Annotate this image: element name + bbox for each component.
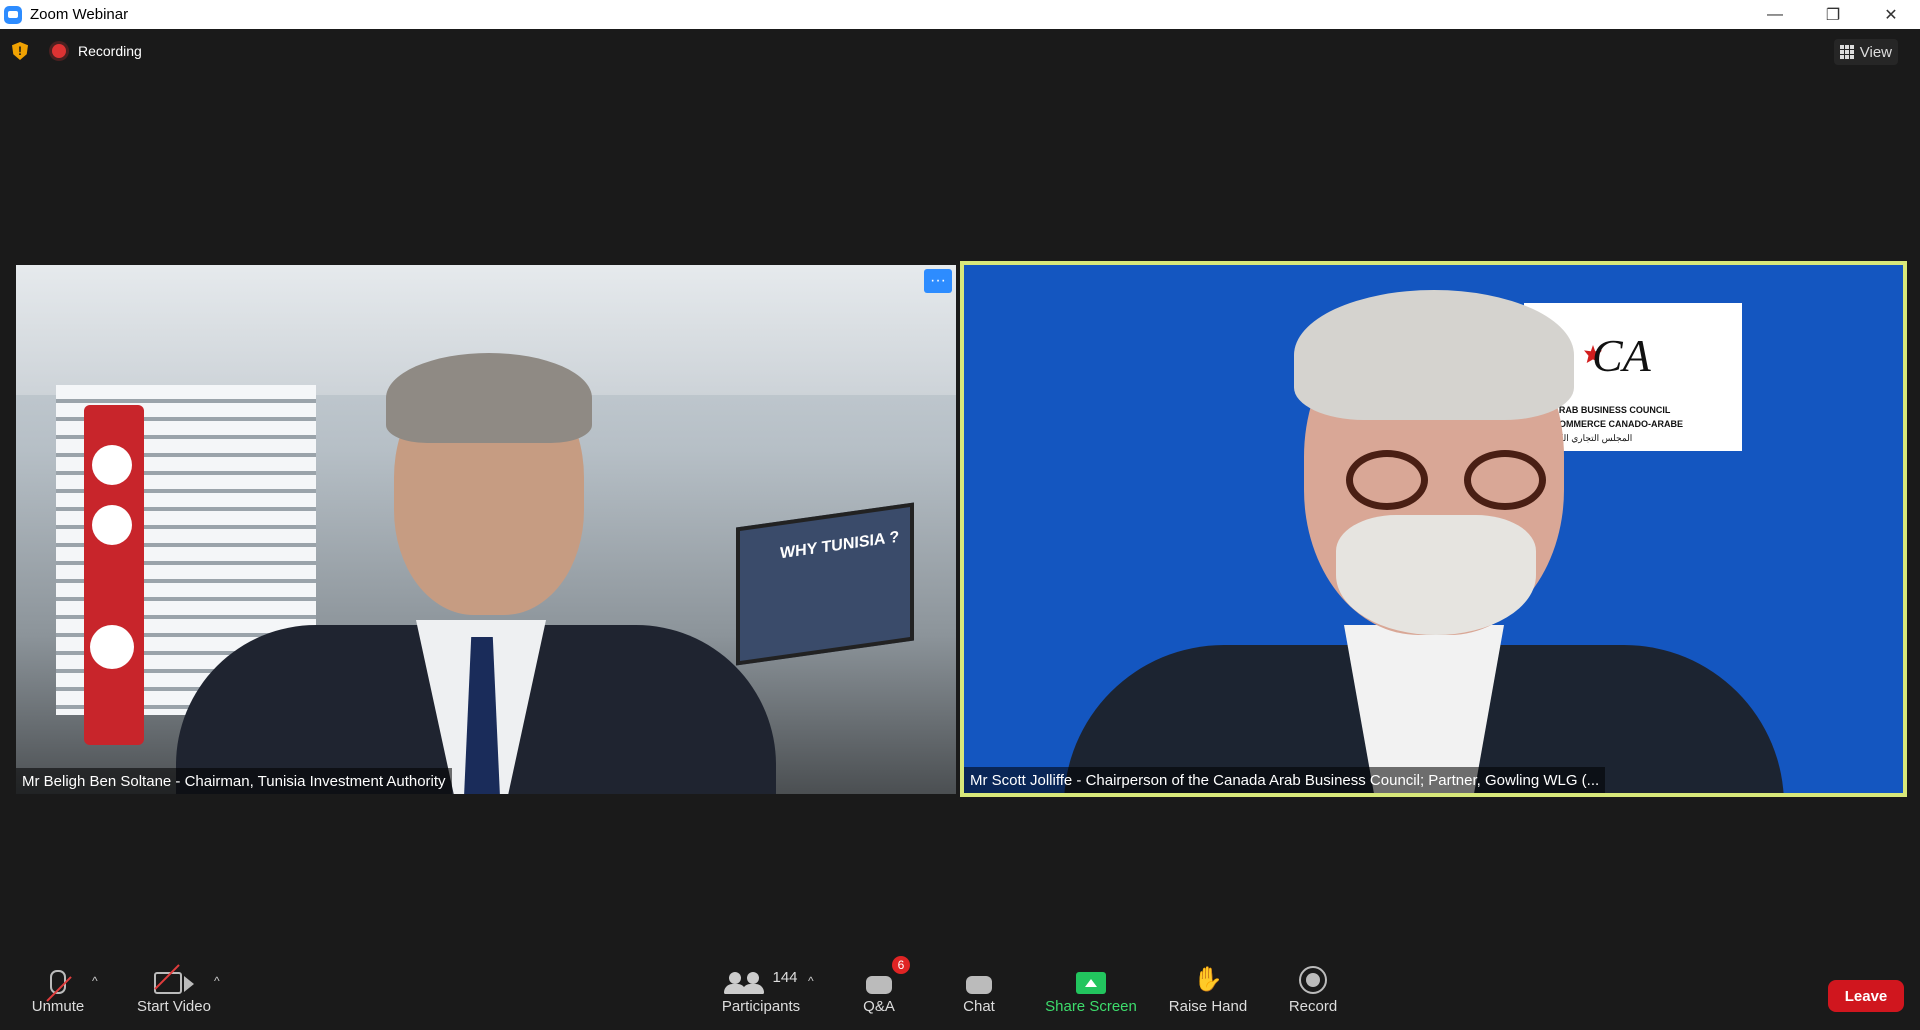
logo-line-2: E COMMERCE CANADO-ARABE <box>1544 419 1683 429</box>
grid-icon <box>1839 45 1854 59</box>
chat-label: Chat <box>963 998 995 1015</box>
window-title: Zoom Webinar <box>30 6 129 23</box>
participants-icon <box>724 972 765 994</box>
meeting-toolbar: Unmute ^ Start Video ^ 144 Participants … <box>0 956 1920 1030</box>
tunisia-flag <box>84 405 144 745</box>
logo-mark: CA <box>1592 330 1651 381</box>
participant-beard <box>1336 515 1536 635</box>
wall-tv: WHY TUNISIA ? <box>736 502 914 666</box>
unmute-button[interactable]: Unmute <box>28 960 88 1015</box>
participant-name-left: Mr Beligh Ben Soltane - Chairman, Tunisi… <box>16 768 452 794</box>
qa-icon <box>866 976 892 994</box>
raise-hand-button[interactable]: ✋ Raise Hand <box>1166 960 1250 1015</box>
view-button[interactable]: View <box>1833 39 1898 65</box>
qa-label: Q&A <box>863 998 895 1015</box>
audio-options-caret[interactable]: ^ <box>92 974 98 988</box>
recording-indicator-icon <box>52 44 66 58</box>
share-screen-button[interactable]: Share Screen <box>1044 960 1138 1015</box>
qa-badge: 6 <box>892 956 910 974</box>
participants-label: Participants <box>721 998 801 1015</box>
view-label: View <box>1859 43 1892 61</box>
raise-hand-label: Raise Hand <box>1168 998 1248 1015</box>
restore-button[interactable]: ❐ <box>1804 0 1862 29</box>
record-label: Record <box>1288 998 1338 1015</box>
participants-button[interactable]: 144 Participants <box>706 960 816 1015</box>
video-options-caret[interactable]: ^ <box>214 974 220 988</box>
meeting-status: ! Recording <box>12 42 142 60</box>
participant-name-right: Mr Scott Jolliffe - Chairperson of the C… <box>964 767 1606 793</box>
participant-hair <box>1294 290 1574 420</box>
participants-options-caret[interactable]: ^ <box>808 974 814 988</box>
recording-label: Recording <box>78 43 142 59</box>
participants-count: 144 <box>772 969 798 986</box>
microphone-muted-icon <box>46 970 72 1002</box>
zoom-app-icon <box>4 5 22 24</box>
minimize-button[interactable]: — <box>1746 0 1804 29</box>
unmute-label: Unmute <box>31 998 85 1015</box>
participant-glasses <box>1346 450 1546 510</box>
participant-hair <box>386 353 592 443</box>
logo-line-1: A ARAB BUSINESS COUNCIL <box>1544 405 1671 415</box>
window-controls: — ❐ ✕ <box>1746 0 1920 29</box>
share-screen-label: Share Screen <box>1045 998 1137 1015</box>
tile-more-button[interactable]: ··· <box>924 269 952 293</box>
video-tile-left[interactable]: WHY TUNISIA ? ··· Mr Beligh Ben Soltane … <box>16 265 956 794</box>
leave-button[interactable]: Leave <box>1828 980 1904 1012</box>
security-shield-icon[interactable]: ! <box>12 42 28 60</box>
share-screen-icon <box>1076 972 1106 994</box>
tv-text: WHY TUNISIA ? <box>780 528 900 563</box>
record-button[interactable]: Record <box>1288 960 1338 1015</box>
video-tile-right-active-speaker[interactable]: CA A ARAB BUSINESS COUNCIL E COMMERCE CA… <box>960 261 1907 797</box>
record-icon <box>1299 966 1327 994</box>
chat-button[interactable]: Chat <box>958 960 1000 1015</box>
start-video-button[interactable]: Start Video <box>134 960 214 1015</box>
title-bar: Zoom Webinar — ❐ ✕ <box>0 0 1920 29</box>
chat-icon <box>966 976 992 994</box>
close-button[interactable]: ✕ <box>1862 0 1920 29</box>
raise-hand-icon: ✋ <box>1193 966 1223 993</box>
start-video-label: Start Video <box>137 998 211 1015</box>
qa-button[interactable]: 6 Q&A <box>856 956 910 1015</box>
